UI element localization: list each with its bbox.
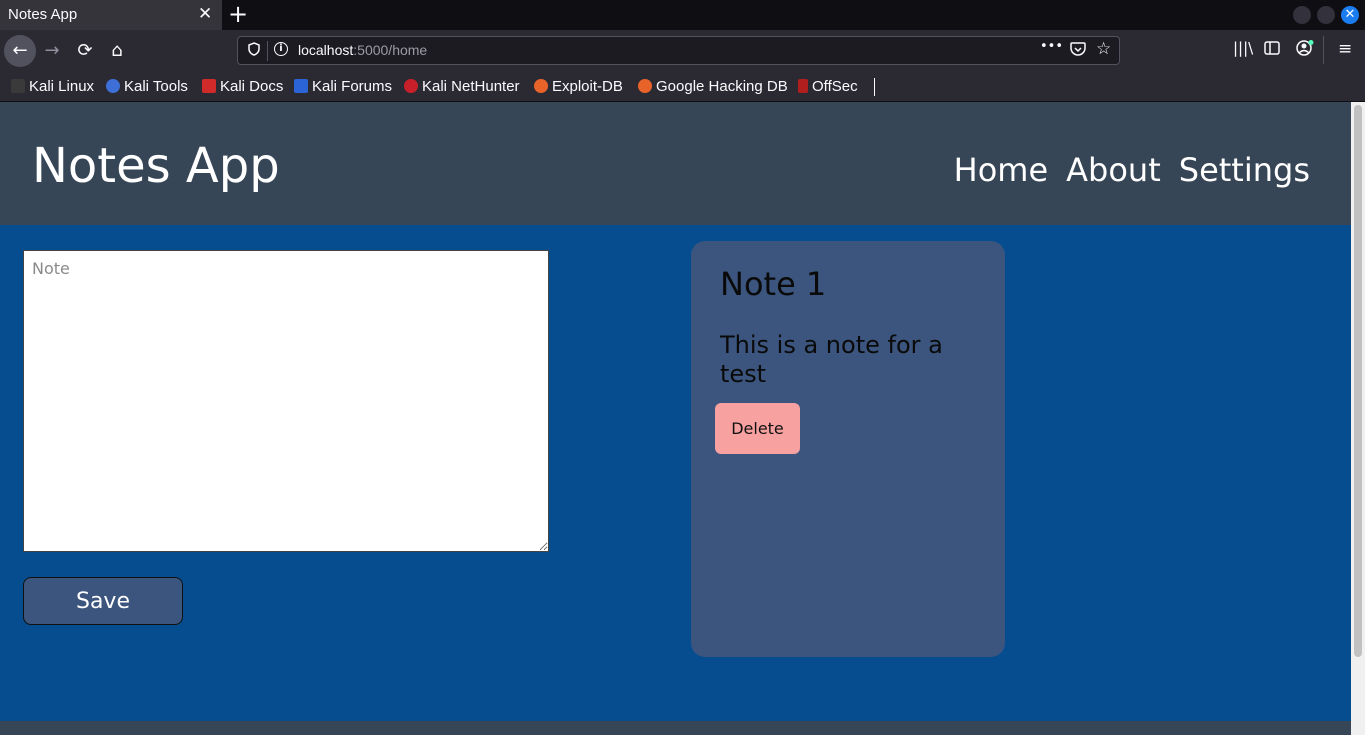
site-header: Notes App Home About Settings — [0, 102, 1351, 225]
nav-home-link[interactable]: Home — [954, 151, 1049, 189]
library-icon[interactable]: |||\ — [1233, 39, 1253, 57]
url-text: localhost:5000/home — [298, 42, 427, 58]
bookmark-kali-forums[interactable]: Kali Forums — [294, 78, 392, 95]
account-icon[interactable] — [1296, 40, 1314, 60]
bookmark-kali-docs[interactable]: Kali Docs — [202, 78, 283, 95]
bookmark-label: Kali Linux — [29, 78, 95, 95]
tab-close-icon[interactable]: ✕ — [198, 4, 212, 24]
scrollbar-thumb[interactable] — [1354, 105, 1362, 657]
browser-toolbar: ← → ⟳ ⌂ i localhost:5000/home ••• ☆ |||\… — [0, 30, 1365, 71]
page-viewport: Notes App Home About Settings Save Note 1 … — [0, 102, 1351, 735]
nethunter-icon — [404, 79, 418, 93]
browser-tab[interactable]: Notes App ✕ — [0, 0, 222, 30]
kali-forums-icon — [294, 79, 308, 93]
bookmarks-end-marker — [874, 78, 875, 96]
reload-icon[interactable]: ⟳ — [70, 36, 100, 66]
address-bar-divider — [267, 41, 268, 61]
pocket-icon[interactable] — [1070, 42, 1086, 61]
site-title: Notes App — [32, 138, 280, 194]
exploit-db-icon — [534, 79, 548, 93]
bookmark-star-icon[interactable]: ☆ — [1096, 39, 1111, 59]
bookmark-label: Exploit-DB — [552, 78, 623, 95]
footer-strip — [0, 721, 1351, 735]
bookmark-exploit-db[interactable]: Exploit-DB — [534, 78, 623, 95]
kali-dragon-icon — [11, 79, 25, 93]
delete-note-button[interactable]: Delete — [715, 403, 800, 454]
maximize-window-icon[interactable] — [1317, 6, 1335, 24]
close-window-icon[interactable]: ✕ — [1341, 6, 1359, 24]
url-host: localhost — [298, 42, 354, 58]
nav-about-link[interactable]: About — [1066, 151, 1161, 189]
home-icon[interactable]: ⌂ — [102, 36, 132, 66]
save-button[interactable]: Save — [23, 577, 183, 625]
bookmark-kali-linux[interactable]: Kali Linux — [11, 78, 94, 95]
menu-hamburger-icon[interactable]: ≡ — [1338, 39, 1352, 59]
kali-tools-icon — [106, 79, 120, 93]
back-arrow-icon[interactable]: ← — [4, 35, 36, 67]
bookmark-kali-tools[interactable]: Kali Tools — [106, 78, 188, 95]
note-card: Note 1 This is a note for a test Delete — [691, 241, 1005, 657]
bookmarks-toolbar: Kali Linux Kali Tools Kali Docs Kali For… — [0, 71, 1365, 102]
offsec-icon — [798, 79, 808, 93]
minimize-window-icon[interactable] — [1293, 6, 1311, 24]
bookmark-label: Kali Docs — [220, 78, 284, 95]
bookmark-google-hacking-db[interactable]: Google Hacking DB — [638, 78, 788, 95]
bookmark-label: Google Hacking DB — [656, 78, 788, 95]
note-title: Note 1 — [720, 265, 827, 303]
tracking-shield-icon[interactable] — [248, 42, 262, 58]
url-path: :5000/home — [353, 42, 428, 58]
bookmark-offsec[interactable]: OffSec — [798, 78, 858, 95]
bookmark-label: Kali NetHunter — [422, 78, 520, 95]
bookmark-kali-nethunter[interactable]: Kali NetHunter — [404, 78, 520, 95]
sidebar-icon[interactable] — [1264, 40, 1280, 59]
note-textarea[interactable] — [23, 250, 549, 552]
bookmark-label: Kali Forums — [312, 78, 393, 95]
forward-arrow-icon[interactable]: → — [37, 36, 67, 66]
browser-tab-bar: Notes App ✕ + ✕ — [0, 0, 1365, 30]
tab-title: Notes App — [8, 6, 78, 23]
page-scrollbar[interactable] — [1351, 102, 1365, 735]
bookmark-label: OffSec — [812, 78, 858, 95]
nav-settings-link[interactable]: Settings — [1179, 151, 1310, 189]
bookmark-label: Kali Tools — [124, 78, 188, 95]
site-info-icon[interactable]: i — [274, 42, 288, 56]
note-body: This is a note for a test — [720, 331, 943, 388]
ghdb-icon — [638, 79, 652, 93]
page-actions-icon[interactable]: ••• — [1040, 39, 1063, 54]
address-bar[interactable]: i localhost:5000/home ••• ☆ — [237, 36, 1120, 65]
toolbar-divider — [1323, 36, 1324, 64]
new-tab-icon[interactable]: + — [228, 1, 248, 27]
site-nav: Home About Settings — [936, 151, 1310, 189]
kali-docs-icon — [202, 79, 216, 93]
